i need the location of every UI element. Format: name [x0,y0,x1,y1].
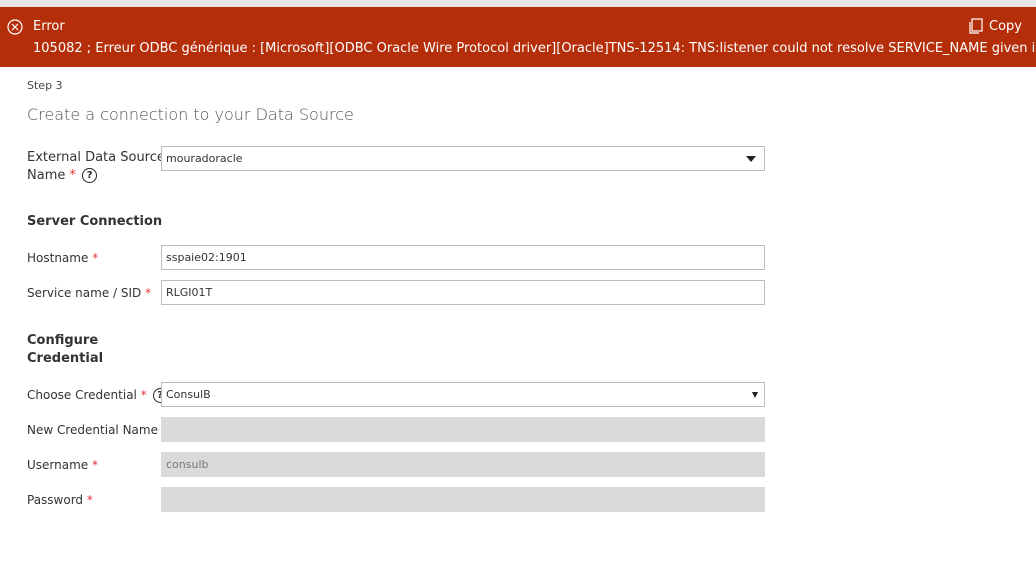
new-credential-name-input [161,417,765,442]
page-title: Create a connection to your Data Source [27,105,354,124]
hostname-label: Hostname * [27,249,98,267]
data-source-name-label: External Data Source Name * ? [27,149,165,185]
new-credential-name-label-text: New Credential Name [27,423,158,437]
service-name-value: RLGI01T [166,286,213,299]
choose-credential-label-text: Choose Credential [27,388,137,402]
step-indicator: Step 3 [27,79,63,92]
copy-label: Copy [989,19,1022,34]
copy-icon [969,18,983,34]
error-message: 105082 ; Erreur ODBC générique : [Micros… [33,41,1036,56]
password-label-text: Password [27,493,84,507]
choose-credential-select[interactable]: ConsulB [161,382,765,407]
chevron-down-icon [752,392,758,398]
password-input [161,487,765,512]
help-icon[interactable]: ? [82,168,98,183]
error-close-circle-icon[interactable] [6,18,24,36]
data-source-name-dropdown[interactable]: mouradoracle [161,146,765,171]
service-name-label-text: Service name / SID [27,286,142,300]
choose-credential-value: ConsulB [166,388,211,401]
data-source-name-value: mouradoracle [166,152,243,165]
service-name-input[interactable]: RLGI01T [161,280,765,305]
service-name-label: Service name / SID * [27,284,151,302]
required-asterisk: * [92,458,98,472]
choose-credential-label: Choose Credential * ? [27,386,168,404]
username-input: consulb [161,452,765,477]
error-banner: Error Copy 105082 ; Erreur ODBC génériqu… [0,7,1036,67]
hostname-value: sspaie02:1901 [166,251,247,264]
hostname-input[interactable]: sspaie02:1901 [161,245,765,270]
data-source-label-line2: Name [27,168,66,183]
configure-credential-title: Configure Credential [27,332,103,368]
configure-credential-line2: Credential [27,351,104,366]
required-asterisk: * [86,493,93,507]
required-asterisk: * [145,286,152,300]
required-asterisk: * [140,388,147,402]
new-credential-name-label: New Credential Name * [27,421,168,439]
required-asterisk: * [92,251,99,265]
username-label-text: Username [27,458,89,472]
server-connection-title: Server Connection [27,214,163,229]
chevron-down-icon [746,156,756,162]
error-title: Error [33,19,65,34]
configure-credential-line1: Configure [27,333,99,348]
top-strip [0,0,1036,7]
required-asterisk: * [69,168,77,183]
hostname-label-text: Hostname [27,251,89,265]
username-label: Username * [27,456,98,474]
data-source-label-line1: External Data Source [27,150,165,165]
username-value: consulb [166,458,209,471]
password-label: Password * [27,491,93,509]
